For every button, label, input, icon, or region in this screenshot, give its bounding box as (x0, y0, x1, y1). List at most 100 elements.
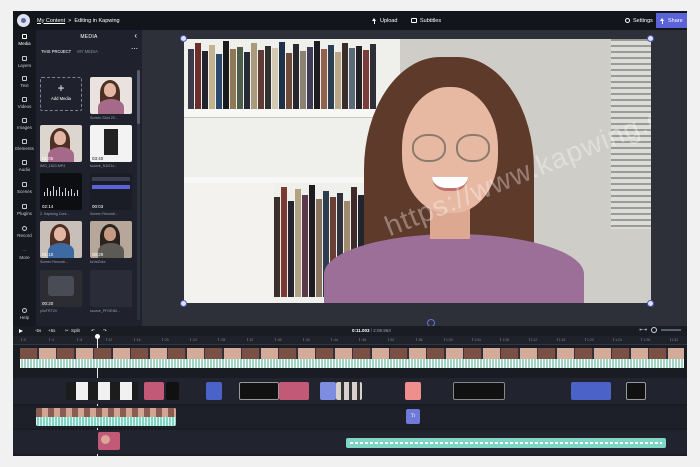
ruler-tick-label: :48 (359, 338, 367, 342)
media-tile[interactable]: 03:40 source_N1t21x... (90, 125, 132, 168)
overlay-clip[interactable] (206, 382, 222, 400)
split-icon: ✂ (65, 328, 69, 333)
overlay-track (13, 378, 687, 404)
overlay-clip[interactable] (166, 382, 179, 400)
rail-item-elements[interactable]: Elements (13, 139, 36, 151)
rail-item-more[interactable]: ··· More (13, 248, 36, 260)
video-canvas[interactable]: https://www.kapwing.com (184, 39, 651, 303)
undo-icon[interactable]: ↶ (91, 328, 95, 334)
rail-item-help[interactable]: Help (13, 308, 36, 320)
media-more-icon[interactable]: ⋯ (131, 45, 138, 53)
images-icon (22, 118, 27, 123)
tab-this-project[interactable]: THIS PROJECT (41, 49, 71, 54)
help-icon (22, 308, 27, 313)
rail-item-plugins[interactable]: Plugins (13, 204, 36, 216)
resize-handle-bottom-left[interactable] (180, 300, 187, 307)
media-tile[interactable]: Screen Shot 20... (90, 77, 132, 120)
upload-icon (372, 17, 377, 24)
rail-label: Elements (15, 146, 34, 151)
media-duration: 00:03 (92, 204, 104, 209)
media-tile[interactable]: 02:14 2. Kapwing Cont... (40, 173, 82, 216)
overlay-clip[interactable] (144, 382, 164, 400)
media-tile[interactable]: source_PFGEN0... (90, 270, 132, 313)
small-video-clip[interactable] (98, 432, 120, 450)
rail-item-videos[interactable]: Videos (13, 97, 36, 109)
overlay-clip[interactable] (453, 382, 505, 400)
rail-label: Plugins (17, 211, 32, 216)
share-label: Share (668, 17, 683, 24)
rail-item-audio[interactable]: Audio (13, 160, 36, 172)
media-tile[interactable]: 00:03 Screen Recordi... (90, 173, 132, 216)
overlay-clip[interactable] (626, 382, 646, 400)
ruler-tick-label: :24 (190, 338, 197, 342)
rail-item-images[interactable]: Images (13, 118, 36, 130)
share-button[interactable]: Share (656, 13, 687, 28)
ruler-tick-label: 1:08 (500, 338, 509, 342)
overlay-clip[interactable] (320, 382, 336, 400)
kapwing-logo-icon[interactable] (17, 14, 30, 27)
rewind-5s-button[interactable]: -5s (35, 328, 41, 333)
media-tile[interactable]: 01:05 IMG_1823.MP4 (40, 125, 82, 168)
ruler-tick-label: 1:32 (669, 338, 679, 342)
main-track-frame (593, 348, 612, 359)
add-media-button[interactable]: + Add Media (40, 77, 82, 111)
media-tile[interactable]: 00:20 y0uTRTZV (40, 270, 82, 313)
media-thumbnail: 00:29 (90, 221, 132, 258)
rail-item-text[interactable]: Text (13, 76, 36, 88)
play-icon[interactable] (19, 329, 23, 333)
upload-button[interactable]: Upload (372, 11, 397, 30)
thumb-object (48, 276, 74, 296)
media-caption: y0uTRTZV (40, 309, 58, 313)
media-thumbnail: 00:03 (90, 173, 132, 210)
tab-my-media[interactable]: MY MEDIA (77, 49, 98, 54)
ruler-tick-label: :32 (246, 338, 254, 342)
elements-icon (22, 139, 27, 144)
zoom-slider[interactable] (661, 329, 681, 331)
subtitles-button[interactable]: Subtitles (411, 11, 441, 30)
overlay-clip[interactable] (336, 382, 362, 400)
overlay-clip[interactable] (279, 382, 309, 400)
split-button[interactable]: Split (71, 328, 80, 333)
settings-button[interactable]: Settings (625, 11, 653, 30)
time-ruler: :0:4:8:12:16:20:24:28:32:36:40:44:48:52:… (13, 336, 687, 345)
media-caption: source_N1t21x... (90, 164, 118, 168)
audio-clip[interactable] (346, 438, 666, 448)
forward-5s-button[interactable]: +5s (48, 328, 55, 333)
main-track-frame (242, 348, 260, 359)
overlay-clip[interactable] (571, 382, 611, 400)
breadcrumb-my-content[interactable]: My Content (37, 18, 65, 24)
books-row (188, 39, 377, 109)
main-video-track[interactable] (20, 348, 684, 368)
rail-item-scenes[interactable]: Scenes (13, 182, 36, 194)
fit-icon[interactable]: ⇤⇥ (639, 327, 647, 333)
media-tile[interactable]: 00:29 kzVeZxkx (90, 221, 132, 264)
scenes-icon (22, 182, 27, 187)
zoom-out-icon[interactable] (651, 327, 657, 333)
breadcrumb-separator: > (68, 17, 72, 24)
media-tile[interactable]: 01:10 Screen Recordi... (40, 221, 82, 264)
collapse-panel-icon[interactable]: ‹ (134, 31, 137, 40)
resize-handle-top-left[interactable] (180, 35, 187, 42)
total-time: / 2:08.963 (370, 328, 391, 333)
text-layer-badge[interactable]: Tr (406, 409, 420, 424)
media-caption: IMG_1823.MP4 (40, 164, 66, 168)
overlay-clip[interactable] (239, 382, 279, 400)
overlay-clip[interactable] (66, 382, 138, 400)
resize-handle-bottom-right[interactable] (647, 300, 654, 307)
thumb-bar (92, 177, 130, 181)
broll-clip[interactable] (36, 408, 176, 426)
ruler-tick-label: 1:04 (472, 338, 481, 342)
resize-handle-top-right[interactable] (647, 35, 654, 42)
media-panel: MEDIA ‹ THIS PROJECT MY MEDIA ⋯ + Add Me… (36, 30, 142, 326)
upload-label: Upload (380, 17, 398, 24)
top-bar: My Content > Editing in Kapwing Upload S… (13, 11, 687, 30)
rail-item-layers[interactable]: Layers (13, 56, 36, 68)
media-scrollbar[interactable] (137, 70, 140, 320)
rail-item-media[interactable]: Media (13, 34, 36, 46)
ruler-tick-label: :40 (303, 338, 310, 342)
main-track-frame (20, 348, 38, 359)
redo-icon[interactable]: ↷ (103, 328, 107, 334)
overlay-clip[interactable] (405, 382, 421, 400)
main-track-frame (371, 348, 390, 359)
rail-item-record[interactable]: Record (13, 226, 36, 238)
